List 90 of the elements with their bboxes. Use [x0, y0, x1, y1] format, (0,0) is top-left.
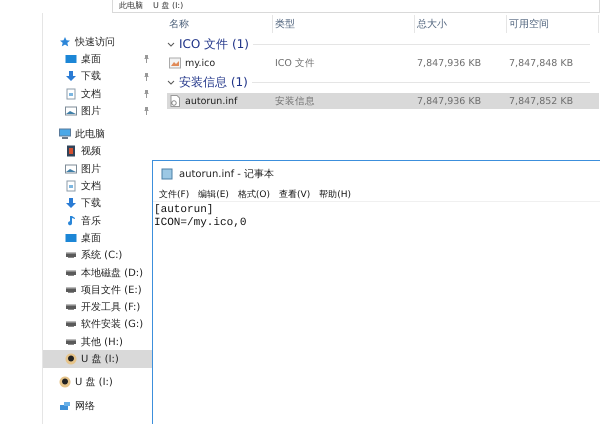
drive-icon — [65, 268, 77, 276]
breadcrumb[interactable]: U 盘 (I:) — [153, 2, 184, 10]
free-space: 7,847,852 KB — [508, 96, 574, 106]
picture-icon — [65, 162, 77, 175]
file-row[interactable]: my.ico ICO 文件 7,847,936 KB 7,847,848 KB — [167, 55, 599, 71]
total-size: 7,847,936 KB — [416, 96, 482, 106]
nav-item[interactable]: 图片 — [43, 102, 154, 120]
nav-label: 系统 (C:) — [81, 248, 122, 262]
menu-item[interactable]: 文件(F) — [159, 188, 190, 200]
nav-item[interactable]: 图片 — [43, 160, 154, 178]
nav-label: 桌面 — [81, 232, 101, 245]
menu-item[interactable]: 查看(V) — [279, 188, 310, 200]
video-icon — [65, 145, 77, 158]
nav-item[interactable]: 网络 — [43, 396, 154, 414]
nav-item[interactable]: 下载 — [43, 194, 154, 212]
nav-item[interactable]: 开发工具 (F:) — [43, 298, 154, 316]
star-icon — [59, 36, 71, 48]
column-header[interactable]: 名称 — [167, 15, 273, 33]
nav-label: 音乐 — [81, 214, 101, 228]
chevron-down-icon[interactable] — [167, 40, 175, 48]
computer-icon — [59, 128, 71, 140]
nav-label: 本地磁盘 (D:) — [81, 266, 144, 280]
breadcrumb[interactable]: 此电脑 — [119, 2, 143, 10]
nav-label: U 盘 (I:) — [81, 352, 119, 366]
download-icon — [65, 197, 77, 210]
nav-item[interactable]: 此电脑 — [43, 125, 154, 143]
nav-label: 桌面 — [81, 52, 101, 66]
nav-label: 开发工具 (F:) — [81, 301, 140, 314]
nav-label: 此电脑 — [75, 128, 105, 142]
nav-item[interactable]: 其他 (H:) — [43, 333, 154, 350]
document-icon — [65, 180, 77, 192]
document-icon — [65, 88, 77, 100]
group-header[interactable]: 安装信息 (1) — [179, 74, 248, 91]
nav-item[interactable]: 系统 (C:) — [43, 246, 154, 264]
nav-item[interactable]: 本地磁盘 (D:) — [43, 264, 154, 282]
drive-icon — [65, 303, 77, 312]
column-header[interactable]: 可用空间 — [507, 15, 599, 33]
menu-item[interactable]: 格式(O) — [238, 188, 270, 200]
file-name: my.ico — [167, 57, 273, 69]
column-header[interactable]: 类型 — [273, 15, 415, 33]
nav-label: 网络 — [75, 400, 95, 413]
menu-item[interactable]: 编辑(E) — [198, 188, 229, 200]
chevron-down-icon[interactable] — [167, 78, 175, 86]
nav-label: 项目文件 (E:) — [81, 284, 142, 297]
nav-item[interactable]: 下载 — [43, 68, 154, 85]
download-icon — [65, 70, 77, 82]
text-editor[interactable]: [autorun] ICON=/my.ico,0 — [153, 202, 600, 232]
desktop-icon — [65, 232, 77, 244]
column-header[interactable]: 总大小 — [415, 15, 507, 33]
free-space: 7,847,848 KB — [508, 58, 574, 68]
total-size: 7,847,936 KB — [416, 58, 482, 68]
nav-item[interactable]: 文档 — [43, 177, 154, 195]
nav-item[interactable]: U 盘 (I:) — [43, 374, 154, 391]
music-icon — [65, 214, 77, 227]
image-icon — [169, 57, 181, 69]
drive-icon — [65, 320, 77, 328]
nav-item[interactable]: 快速访问 — [43, 33, 154, 50]
desktop-icon — [65, 52, 77, 65]
group-header[interactable]: ICO 文件 (1) — [179, 36, 249, 53]
nav-item[interactable]: 项目文件 (E:) — [43, 281, 154, 298]
nav-item[interactable]: U 盘 (I:) — [43, 350, 154, 368]
drive-icon — [65, 286, 77, 294]
file-name: autorun.inf — [167, 95, 273, 107]
nav-item[interactable]: 软件安装 (G:) — [43, 316, 154, 334]
file-row[interactable]: autorun.inf 安装信息 7,847,936 KB 7,847,852 KB — [167, 93, 599, 109]
nav-label: 文档 — [81, 180, 101, 194]
address-bar[interactable]: 此电脑 U 盘 (I:) — [112, 0, 600, 13]
network-icon — [59, 400, 71, 412]
window-title: autorun.inf - 记事本 — [179, 168, 274, 181]
drive-icon — [65, 338, 77, 346]
nav-label: 图片 — [81, 104, 101, 118]
file-type: ICO 文件 — [274, 56, 316, 70]
nav-label: 下载 — [81, 70, 101, 84]
nav-label: 其他 (H:) — [81, 336, 123, 349]
drive-icon — [65, 251, 77, 260]
nav-item[interactable]: 文档 — [43, 84, 154, 102]
nav-label: U 盘 (I:) — [75, 376, 113, 390]
picture-icon — [65, 104, 77, 117]
nav-label: 下载 — [81, 196, 101, 210]
nav-label: 视频 — [81, 144, 101, 158]
file-type: 安装信息 — [274, 94, 316, 108]
nav-label: 图片 — [81, 162, 101, 176]
nav-item[interactable]: 视频 — [43, 142, 154, 160]
menu-item[interactable]: 帮助(H) — [319, 188, 352, 200]
nav-label: 软件安装 (G:) — [81, 318, 144, 332]
nav-item[interactable]: 桌面 — [43, 50, 154, 68]
nav-label: 文档 — [81, 88, 101, 101]
nav-label: 快速访问 — [75, 36, 115, 49]
nav-item[interactable]: 音乐 — [43, 212, 154, 230]
nav-item[interactable]: 桌面 — [43, 229, 154, 247]
